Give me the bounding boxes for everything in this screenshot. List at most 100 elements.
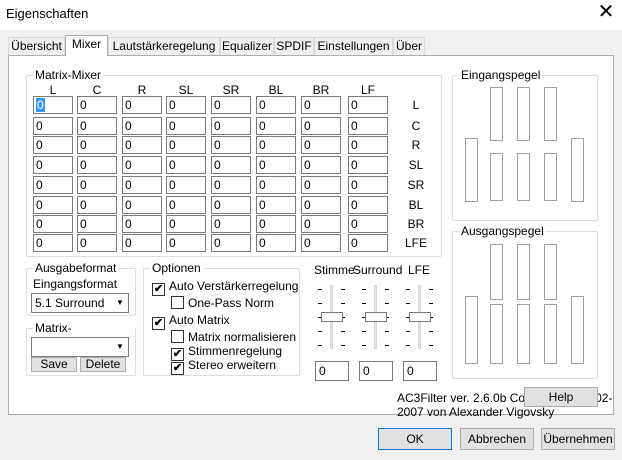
slider-thumb[interactable] <box>409 312 431 322</box>
matrix-cell[interactable]: 0 <box>122 156 162 174</box>
matrix-cell[interactable]: 0 <box>33 234 73 252</box>
tab-settings[interactable]: Einstellungen <box>314 37 393 55</box>
matrix-cell[interactable]: 0 <box>122 234 162 252</box>
matrix-cell[interactable]: 0 <box>301 156 341 174</box>
slider-tick <box>362 331 366 332</box>
matrix-cell[interactable]: 0 <box>77 136 117 154</box>
matrix-cell[interactable]: 0 <box>122 96 162 114</box>
matrix-cell[interactable]: 0 <box>301 176 341 194</box>
matrix-cell[interactable]: 0 <box>166 176 206 194</box>
matrix-cell[interactable]: 0 <box>211 234 251 252</box>
matrix-cell[interactable]: 0 <box>256 156 296 174</box>
matrix-cell[interactable]: 0 <box>256 117 296 135</box>
matrix-cell[interactable]: 0 <box>301 215 341 233</box>
matrix-cell[interactable]: 0 <box>33 176 73 194</box>
matrix-cell[interactable]: 0 <box>211 196 251 214</box>
matrix-cell[interactable]: 0 <box>211 117 251 135</box>
matrix-cell-value: 0 <box>80 217 87 231</box>
matrix-cell[interactable]: 0 <box>77 96 117 114</box>
matrix-cell[interactable]: 0 <box>122 136 162 154</box>
ok-button[interactable]: OK <box>378 428 452 450</box>
slider-tick <box>429 303 433 304</box>
matrix-cell[interactable]: 0 <box>166 196 206 214</box>
matrix-cell[interactable]: 0 <box>122 215 162 233</box>
matrix-cell[interactable]: 0 <box>122 176 162 194</box>
matrix-cell[interactable]: 0 <box>77 196 117 214</box>
matrix-cell[interactable]: 0 <box>122 117 162 135</box>
matrix-cell[interactable]: 0 <box>348 117 388 135</box>
matrix-cell[interactable]: 0 <box>211 136 251 154</box>
matrix-cell[interactable]: 0 <box>166 136 206 154</box>
matrix-column-header: R <box>137 83 147 97</box>
matrix-cell[interactable]: 0 <box>33 156 73 174</box>
matrix-cell[interactable]: 0 <box>256 234 296 252</box>
help-button[interactable]: Help <box>524 387 598 407</box>
matrix-cell[interactable]: 0 <box>348 176 388 194</box>
matrix-cell[interactable]: 0 <box>166 156 206 174</box>
matrix-cell[interactable]: 0 <box>256 176 296 194</box>
matrix-cell[interactable]: 0 <box>166 96 206 114</box>
matrix-cell-value: 0 <box>214 98 221 112</box>
normalize-matrix-checkbox[interactable]: Matrix normalisieren <box>171 330 296 344</box>
matrix-cell[interactable]: 0 <box>166 215 206 233</box>
matrix-cell[interactable]: 0 <box>301 196 341 214</box>
matrix-cell[interactable]: 0 <box>211 156 251 174</box>
matrix-cell[interactable]: 0 <box>348 234 388 252</box>
matrix-cell[interactable]: 0 <box>211 176 251 194</box>
slider-thumb[interactable] <box>321 312 343 322</box>
close-icon[interactable]: ✕ <box>596 2 616 23</box>
tab-overview[interactable]: Übersicht <box>8 37 65 55</box>
matrix-cell[interactable]: 0 <box>77 156 117 174</box>
matrix-preset-select[interactable]: ▼ <box>31 337 129 357</box>
expand-stereo-checkbox[interactable]: ✔ Stereo erweitern <box>171 358 276 375</box>
auto-gain-checkbox[interactable]: ✔ Auto Verstärkerregelung <box>152 279 298 296</box>
input-format-select[interactable]: 5.1 Surround ▼ <box>31 293 129 313</box>
matrix-cell[interactable]: 0 <box>33 117 73 135</box>
matrix-cell[interactable]: 0 <box>348 96 388 114</box>
matrix-cell[interactable]: 0 <box>256 96 296 114</box>
surround-value-field[interactable]: 0 <box>359 361 393 381</box>
matrix-cell-value: 0 <box>351 178 358 192</box>
slider-tick <box>341 331 345 332</box>
matrix-cell[interactable]: 0 <box>33 136 73 154</box>
matrix-cell[interactable]: 0 <box>77 117 117 135</box>
tab-volume[interactable]: Lautstärkeregelung <box>108 37 220 55</box>
matrix-cell[interactable]: 0 <box>211 96 251 114</box>
tab-about[interactable]: Über <box>393 37 425 55</box>
apply-button[interactable]: Übernehmen <box>541 428 615 450</box>
matrix-cell[interactable]: 0 <box>301 234 341 252</box>
matrix-cell[interactable]: 0 <box>348 136 388 154</box>
matrix-cell[interactable]: 0 <box>256 136 296 154</box>
tab-spdif[interactable]: SPDIF <box>274 37 314 55</box>
matrix-cell-value: 0 <box>351 119 358 133</box>
matrix-cell[interactable]: 0 <box>77 176 117 194</box>
matrix-cell[interactable]: 0 <box>33 96 73 114</box>
matrix-cell[interactable]: 0 <box>256 215 296 233</box>
save-preset-button[interactable]: Save <box>31 357 77 372</box>
matrix-cell[interactable]: 0 <box>348 156 388 174</box>
matrix-cell[interactable]: 0 <box>166 117 206 135</box>
matrix-cell[interactable]: 0 <box>348 196 388 214</box>
auto-matrix-checkbox[interactable]: ✔ Auto Matrix <box>152 313 230 330</box>
delete-preset-button[interactable]: Delete <box>80 357 126 372</box>
matrix-cell[interactable]: 0 <box>256 196 296 214</box>
matrix-cell[interactable]: 0 <box>211 215 251 233</box>
matrix-cell[interactable]: 0 <box>348 215 388 233</box>
matrix-cell[interactable]: 0 <box>77 215 117 233</box>
tab-mixer[interactable]: Mixer <box>65 35 108 56</box>
matrix-cell[interactable]: 0 <box>33 215 73 233</box>
lfe-value-field[interactable]: 0 <box>403 361 437 381</box>
matrix-cell[interactable]: 0 <box>77 234 117 252</box>
slider-thumb[interactable] <box>365 312 387 322</box>
voice-value-field[interactable]: 0 <box>315 361 349 381</box>
matrix-cell[interactable]: 0 <box>301 136 341 154</box>
matrix-cell[interactable]: 0 <box>301 117 341 135</box>
matrix-cell-value: 0 <box>169 236 176 250</box>
matrix-cell[interactable]: 0 <box>166 234 206 252</box>
tab-equalizer[interactable]: Equalizer <box>220 37 274 55</box>
matrix-cell[interactable]: 0 <box>33 196 73 214</box>
matrix-cell[interactable]: 0 <box>122 196 162 214</box>
cancel-button[interactable]: Abbrechen <box>460 428 534 450</box>
matrix-cell[interactable]: 0 <box>301 96 341 114</box>
one-pass-norm-checkbox[interactable]: One-Pass Norm <box>171 296 274 310</box>
